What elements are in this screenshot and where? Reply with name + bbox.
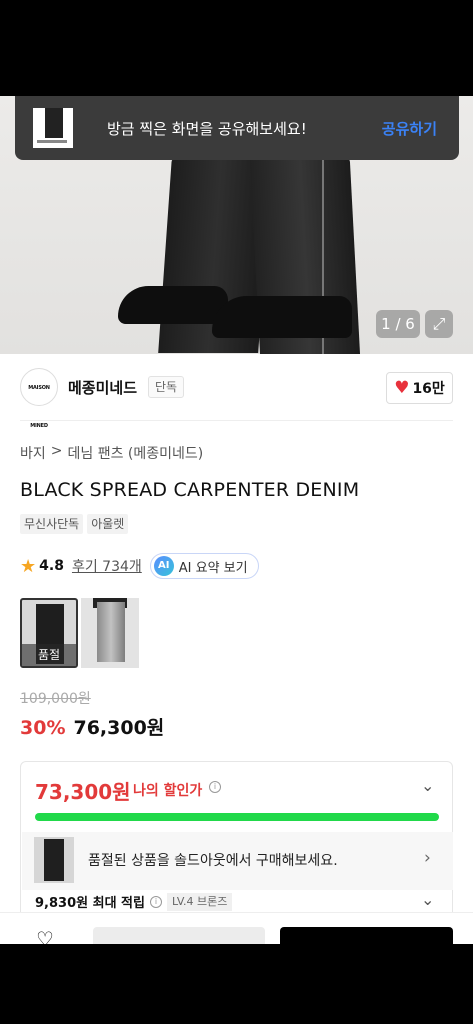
badge: 무신사단독 — [20, 514, 84, 534]
max-points: 9,830원 최대 적립 — [35, 896, 145, 911]
info-icon[interactable]: i — [149, 895, 162, 908]
product-screen: 1 / 6 ⤢ 방금 찍은 화면을 공유해보세요! 공유하기 MAISON MI… — [0, 96, 473, 944]
product-photo-shoe-left — [118, 286, 228, 324]
color-option-grey[interactable] — [81, 598, 139, 668]
heart-icon: ♥ — [394, 378, 410, 398]
secondary-action-button[interactable] — [93, 927, 265, 944]
product-title: BLACK SPREAD CARPENTER DENIM — [20, 479, 360, 501]
primary-action-button[interactable] — [280, 927, 453, 944]
status-bar-blackout — [0, 0, 473, 96]
exclusive-badge: 단독 — [148, 376, 185, 398]
price-row: 30% 76,300원 — [20, 713, 164, 740]
chevron-down-icon[interactable]: ⌄ — [421, 890, 434, 909]
rating-row: ★ 4.8 후기 734개 AI AI 요약 보기 — [20, 553, 259, 579]
breadcrumb-item[interactable]: 바지 — [20, 443, 46, 463]
original-price: 109,000원 — [20, 691, 91, 707]
discount-rate: 30% — [20, 717, 66, 739]
ai-summary-button[interactable]: AI AI 요약 보기 — [149, 553, 259, 579]
brand-like-button[interactable]: ♥ 16만 — [386, 372, 453, 404]
info-icon[interactable]: i — [209, 781, 221, 793]
my-discount-price: 73,300원 — [35, 780, 131, 804]
brand-name[interactable]: 메종미네드 — [68, 377, 137, 398]
member-level-badge: LV.4 브론즈 — [166, 892, 233, 911]
reviews-link[interactable]: 후기 734개 — [72, 556, 142, 576]
divider — [20, 420, 453, 421]
chevron-right-icon: › — [424, 848, 431, 868]
breadcrumb: 바지 > 데님 팬츠 (메종미네드) — [20, 443, 203, 463]
ai-summary-label: AI 요약 보기 — [178, 560, 248, 576]
gallery-counter: 1 / 6 — [376, 310, 420, 338]
product-badges: 무신사단독 아울렛 — [20, 514, 129, 534]
soldout-thumbnail — [34, 837, 74, 883]
heart-outline-icon[interactable]: ♡ — [36, 927, 54, 944]
sold-out-label: 품절 — [22, 644, 76, 666]
navigation-bar-blackout — [0, 944, 473, 1024]
swatch-image — [97, 602, 125, 662]
share-toast-message: 방금 찍은 화면을 공유해보세요! — [107, 119, 307, 138]
chevron-right-icon: > — [50, 443, 63, 459]
expand-icon[interactable]: ⤢ — [425, 310, 453, 338]
badge: 아울렛 — [87, 514, 129, 534]
chevron-down-icon[interactable]: ⌄ — [421, 776, 434, 795]
product-photo-shoe-right — [212, 296, 352, 338]
ai-icon: AI — [153, 556, 174, 576]
points-row: 9,830원 최대 적립 i LV.4 브론즈 — [35, 892, 233, 911]
share-toast: 방금 찍은 화면을 공유해보세요! 공유하기 — [15, 96, 459, 160]
screenshot-thumbnail — [33, 108, 73, 148]
brand-row: MAISON MINED 메종미네드 단독 ♥ 16만 — [0, 368, 473, 429]
sale-price: 76,300원 — [73, 717, 165, 739]
like-count: 16만 — [412, 381, 445, 397]
my-discount-label: 나의 할인가 — [133, 783, 203, 799]
star-icon: ★ — [20, 555, 37, 577]
color-option-black[interactable]: 품절 — [20, 598, 78, 668]
share-button[interactable]: 공유하기 — [382, 118, 437, 139]
rating-score: 4.8 — [39, 558, 64, 574]
bottom-action-bar: ♡ — [0, 912, 473, 944]
discount-progress-bar — [35, 813, 439, 821]
breadcrumb-item[interactable]: 데님 팬츠 (메종미네드) — [68, 443, 204, 463]
soldout-message: 품절된 상품을 솔드아웃에서 구매해보세요. — [88, 853, 338, 869]
soldout-promo[interactable]: 품절된 상품을 솔드아웃에서 구매해보세요. › — [22, 832, 453, 890]
brand-logo[interactable]: MAISON MINED — [20, 368, 58, 429]
